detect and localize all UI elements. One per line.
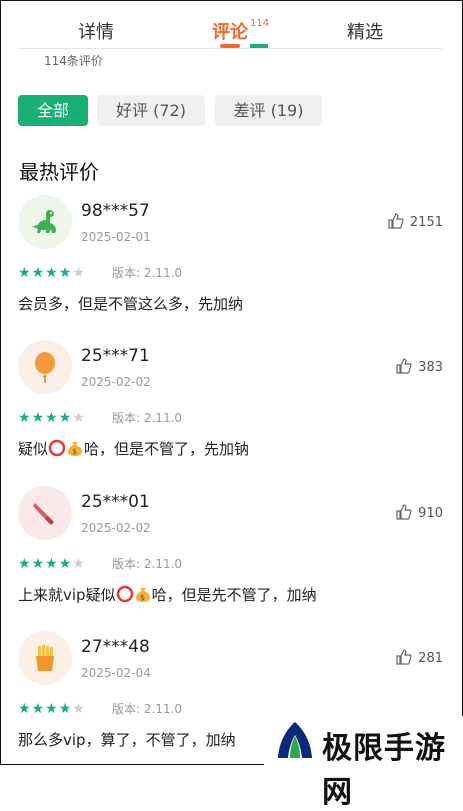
like-count: 910 [418,506,443,521]
review-date: 2025-02-01 [81,230,151,244]
avatar[interactable] [18,340,72,394]
thumbs-up-icon [396,358,412,374]
avatar[interactable] [18,195,72,249]
review-content: 会员多，但是不管这么多，先加纳 [18,295,244,313]
avatar[interactable] [18,486,72,540]
top-tabs: 详情 评论 114 精选 [0,0,463,49]
tab-comments[interactable]: 评论 114 [212,18,269,44]
review-version: 版本: 2.11.0 [112,557,183,571]
like-button[interactable]: 2151 [388,213,443,230]
filter-bad-button[interactable]: 差评 (19) [215,95,322,126]
avatar[interactable] [18,631,72,685]
review-content: 上来就vip疑似 $ 哈，但是先不管了，加纳 [18,584,317,605]
review-username: 27***48 [81,637,150,657]
rating-stars: ★★★★★ [18,265,85,281]
like-button[interactable]: 281 [396,649,443,666]
tab-featured[interactable]: 精选 [347,18,383,44]
review-date: 2025-02-04 [81,666,151,680]
rating-stars: ★★★★★ [18,701,85,717]
like-count: 2151 [409,215,443,230]
like-count: 281 [418,651,443,666]
review-item: 25***01 2025-02-02 910 ★★★★★ 版本: 2.11.0 … [0,486,463,631]
review-date: 2025-02-02 [81,375,151,389]
tab-detail[interactable]: 详情 [78,18,114,44]
review-username: 98***57 [81,201,150,221]
watermark-text: 极限手游网 [322,731,446,810]
money-bag-icon: $ [68,442,83,456]
review-content: 那么多vip，算了，不管了，加纳 [18,731,236,749]
rating-stars: ★★★★★ [18,556,85,572]
review-item: 25***71 2025-02-02 383 ★★★★★ 版本: 2.11.0 … [0,340,463,485]
review-version: 版本: 2.11.0 [112,411,183,425]
money-bag-icon: $ [135,588,150,602]
review-version: 版本: 2.11.0 [112,702,183,716]
thumbs-up-icon [396,649,412,665]
like-count: 383 [418,360,443,375]
filter-good-button[interactable]: 好评 (72) [97,95,205,126]
tab-comments-label: 评论 [212,22,248,43]
svg-text:$: $ [72,447,77,456]
filter-all-button[interactable]: 全部 [18,95,88,126]
like-button[interactable]: 383 [396,358,443,375]
tab-comments-count: 114 [250,18,270,29]
dinosaur-icon [32,210,56,233]
review-content-part: 哈，但是不管了，先加钠 [84,440,250,458]
review-username: 25***01 [81,492,150,512]
fries-icon [36,645,54,671]
watermark: 极限手游网 [264,716,463,810]
rating-stars: ★★★★★ [18,410,85,426]
section-title: 最热评价 [19,160,99,184]
like-button[interactable]: 910 [396,504,443,521]
red-circle-icon [116,585,133,603]
svg-text:$: $ [140,593,145,602]
review-version: 版本: 2.11.0 [112,266,183,280]
red-circle-icon [48,439,66,457]
review-content-part: 哈，但是先不管了，加纳 [151,586,317,604]
review-content: 疑似 $ 哈，但是不管了，先加钠 [18,438,249,459]
thumbs-up-icon [388,213,404,229]
review-total: 114条评价 [44,54,103,68]
brand-logo-icon [278,722,312,758]
balloon-icon [35,352,55,383]
review-date: 2025-02-02 [81,521,151,535]
thumbs-up-icon [396,504,412,520]
review-username: 25***71 [81,346,150,366]
review-content-part: 上来就vip疑似 [18,586,116,604]
review-item: 98***57 2025-02-01 2151 ★★★★★ 版本: 2.11.0… [0,195,463,340]
tab-divider [18,48,442,49]
review-content-part: 疑似 [18,440,49,458]
knife-icon [33,503,54,525]
